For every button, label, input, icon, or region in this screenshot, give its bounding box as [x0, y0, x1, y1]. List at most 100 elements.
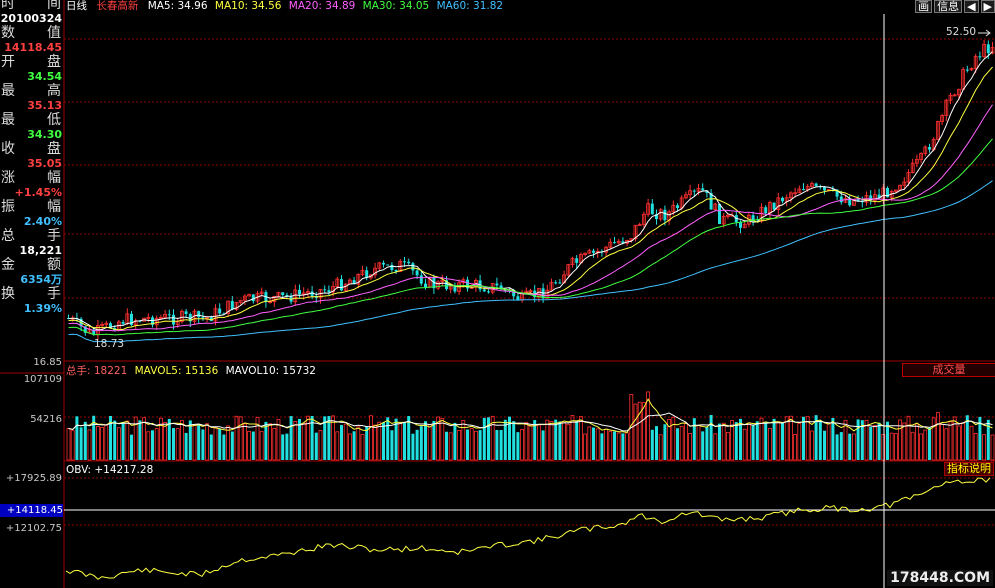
volume-bar: [79, 427, 83, 460]
volume-bar: [415, 429, 419, 460]
volume-bar: [75, 416, 79, 460]
volume-bar: [688, 433, 692, 461]
volume-bar: [709, 415, 713, 460]
candle-body: [558, 282, 562, 284]
volume-bar: [621, 433, 625, 460]
candle-body: [424, 283, 427, 288]
obv-line: [65, 477, 991, 580]
volume-bar: [931, 417, 936, 461]
volume-bar: [608, 430, 613, 461]
volume-bar: [495, 430, 499, 460]
volume-bar: [781, 422, 784, 460]
prev-button[interactable]: ◀: [964, 0, 979, 13]
volume-bar: [238, 416, 243, 461]
volume-bar: [802, 416, 805, 460]
volume-bar: [676, 428, 679, 460]
volume-bar: [66, 427, 71, 461]
candle-body: [453, 286, 457, 292]
volume-bar: [575, 420, 579, 460]
volume-bar: [583, 433, 587, 461]
volume-bar: [142, 417, 147, 461]
volume-bar: [928, 427, 931, 460]
volume-bar: [940, 423, 944, 461]
volume-bar: [242, 423, 247, 461]
volume-bar: [915, 423, 919, 461]
volume-bar: [461, 419, 466, 461]
volume-bar: [541, 430, 545, 460]
candle-body: [802, 189, 805, 191]
volume-bar: [201, 429, 205, 460]
volume-bar: [701, 431, 705, 460]
volume-bar: [234, 415, 239, 461]
volume-bar: [314, 432, 318, 460]
candle-body: [613, 242, 616, 244]
volume-bar: [499, 430, 503, 460]
volume-bar: [343, 423, 348, 461]
volume-bar: [684, 423, 688, 461]
candle-body: [201, 317, 205, 319]
candle-body: [419, 275, 423, 284]
mavol10-label: MAVOL10: 15732: [225, 365, 316, 377]
volume-bar: [906, 415, 911, 461]
next-button[interactable]: ▶: [980, 0, 995, 13]
high-arrow: [978, 29, 991, 37]
volume-bar: [154, 428, 159, 461]
volume-bar: [818, 420, 822, 460]
volume-bar: [826, 422, 831, 461]
candle-body: [386, 264, 390, 266]
indicator-help-button[interactable]: 指标说明: [944, 462, 994, 476]
volume-bar: [616, 432, 621, 461]
volume-bar: [113, 420, 117, 460]
draw-button[interactable]: 画: [915, 0, 933, 13]
volume-bar: [356, 426, 361, 461]
volume-bar: [768, 428, 772, 461]
volume-bar: [125, 420, 130, 461]
info-button[interactable]: 信息: [934, 0, 963, 13]
volume-bar: [121, 422, 125, 460]
volume-bar: [759, 417, 764, 461]
volume-bar: [445, 431, 448, 460]
chart-canvas[interactable]: [0, 0, 995, 588]
volume-bar: [973, 433, 978, 461]
volume-bar: [587, 426, 592, 461]
candle-body: [172, 314, 175, 325]
volume-bar: [566, 424, 571, 461]
volume-bar: [411, 433, 415, 460]
volume-bar: [347, 433, 352, 461]
volume-bar: [982, 434, 986, 461]
volume-bar: [721, 422, 726, 461]
candle-body: [167, 314, 171, 316]
low-price-label: 18.73: [94, 338, 125, 350]
volume-bar: [726, 432, 730, 461]
volume-bar: [469, 428, 474, 461]
volume-bar: [764, 421, 768, 460]
volume-bar: [839, 432, 843, 460]
volume-bar: [625, 432, 629, 461]
ma20-line: [68, 104, 993, 332]
volume-bar: [537, 424, 541, 461]
volume-bar: [671, 416, 676, 461]
volume-bar: [365, 426, 369, 460]
candle-body: [772, 202, 776, 210]
mavol5-label: MAVOL5: 15136: [134, 365, 219, 377]
candle-body: [718, 203, 721, 224]
price-header: 日线 长春高新 MA5: 34.96 MA10: 34.56 MA20: 34.…: [66, 0, 503, 12]
volume-bar: [655, 426, 658, 460]
volume-indicator-button[interactable]: 成交量: [902, 363, 995, 377]
volume-bar: [579, 416, 583, 461]
volume-bar: [360, 434, 365, 461]
candle-body: [839, 196, 843, 203]
candle-body: [298, 289, 301, 295]
candle-body: [327, 290, 331, 293]
volume-bar: [772, 418, 776, 460]
volume-bar: [293, 421, 298, 461]
candle-body: [487, 291, 490, 293]
volume-bar: [545, 419, 550, 461]
volume-bar: [516, 432, 520, 460]
volume-bar: [961, 422, 965, 461]
volume-bar: [218, 428, 222, 460]
volume-bar: [734, 422, 738, 460]
volume-bar: [789, 415, 793, 461]
volume-bar: [281, 434, 285, 460]
ma20-label: MA20: 34.89: [288, 0, 356, 12]
